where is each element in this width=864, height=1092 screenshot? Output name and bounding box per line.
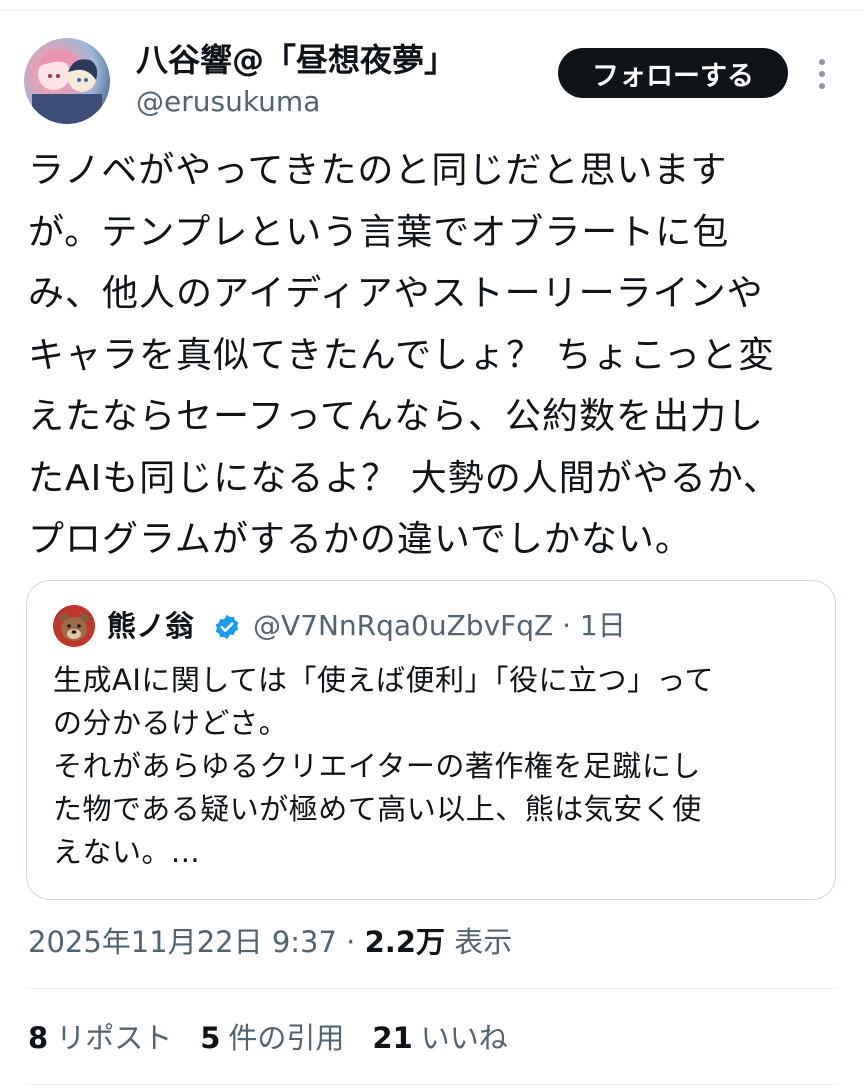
- more-dot: [819, 83, 825, 89]
- avatar-illustration-icon: [32, 49, 102, 124]
- author-avatar[interactable]: [24, 38, 110, 124]
- quote-author-avatar[interactable]: [53, 605, 95, 647]
- divider: [26, 1084, 838, 1085]
- author-handle[interactable]: @erusukuma: [136, 84, 320, 120]
- tweet-line: たAIも同じになるよ？ 大勢の人間がやるか、: [28, 457, 780, 499]
- reposts-stat[interactable]: 8 リポスト: [28, 1016, 172, 1060]
- timestamp[interactable]: 2025年11月22日 9:37 ·: [28, 925, 365, 959]
- quotes-count: 5: [200, 1021, 221, 1055]
- likes-count: 21: [372, 1021, 413, 1055]
- likes-label: いいね: [420, 1021, 508, 1055]
- tweet-line: えたならセーフってんなら、公約数を出力し: [28, 396, 765, 437]
- more-dot: [819, 71, 825, 77]
- quote-line: 生成AIに関しては「使えば便利」「役に立つ」って: [53, 663, 714, 697]
- tweet-line: が。テンプレという言葉でオブラートに包: [28, 211, 730, 253]
- top-divider: [0, 10, 864, 11]
- divider: [26, 988, 838, 989]
- verified-badge-icon: [215, 614, 239, 640]
- quote-author-name[interactable]: 熊ノ翁: [107, 605, 194, 647]
- tweet-line: キャラを真似てきたんでしょ？ ちょこっと変: [28, 334, 776, 376]
- quote-author-handle[interactable]: @V7NnRqa0uZbvFqZ · 1日: [253, 605, 626, 647]
- tweet-line: プログラムがするかの違いでしかない。: [28, 519, 692, 560]
- follow-button[interactable]: フォローする: [558, 48, 788, 98]
- quotes-stat[interactable]: 5 件の引用: [200, 1016, 344, 1060]
- bear-icon: [53, 605, 95, 647]
- quote-text: 生成AIに関しては「使えば便利」「役に立つ」って の分かるけどさ。 それがあらゆ…: [53, 659, 823, 874]
- engagement-stats: 8 リポスト 5 件の引用 21 いいね: [28, 1016, 508, 1060]
- more-options-icon[interactable]: [808, 54, 836, 94]
- views-label: 表示: [444, 925, 513, 959]
- quote-line: えない。...: [53, 835, 201, 869]
- more-dot: [819, 59, 825, 65]
- quotes-label: 件の引用: [228, 1021, 345, 1055]
- tweet-line: み、他人のアイディアやストーリーラインや: [28, 273, 764, 314]
- reposts-count: 8: [28, 1021, 49, 1055]
- likes-stat[interactable]: 21 いいね: [372, 1016, 507, 1060]
- reposts-label: リポスト: [56, 1021, 173, 1055]
- tweet-metadata: 2025年11月22日 9:37 · 2.2万 表示: [28, 920, 512, 964]
- quote-line: それがあらゆるクリエイターの著作権を足蹴にし: [53, 749, 701, 783]
- tweet-text: ラノベがやってきたのと同じだと思います が。テンプレという言葉でオブラートに包 …: [28, 140, 848, 571]
- author-display-name[interactable]: 八谷響@「昼想夜夢」: [136, 40, 456, 80]
- quote-line: た物である疑いが極めて高い以上、熊は気安く使: [53, 792, 702, 826]
- quoted-tweet-card[interactable]: 熊ノ翁 @V7NnRqa0uZbvFqZ · 1日 生成AIに関しては「使えば便…: [26, 580, 836, 900]
- tweet-line: ラノベがやってきたのと同じだと思います: [28, 150, 728, 191]
- quote-line: の分かるけどさ。: [53, 706, 289, 740]
- views-count: 2.2万: [364, 925, 445, 959]
